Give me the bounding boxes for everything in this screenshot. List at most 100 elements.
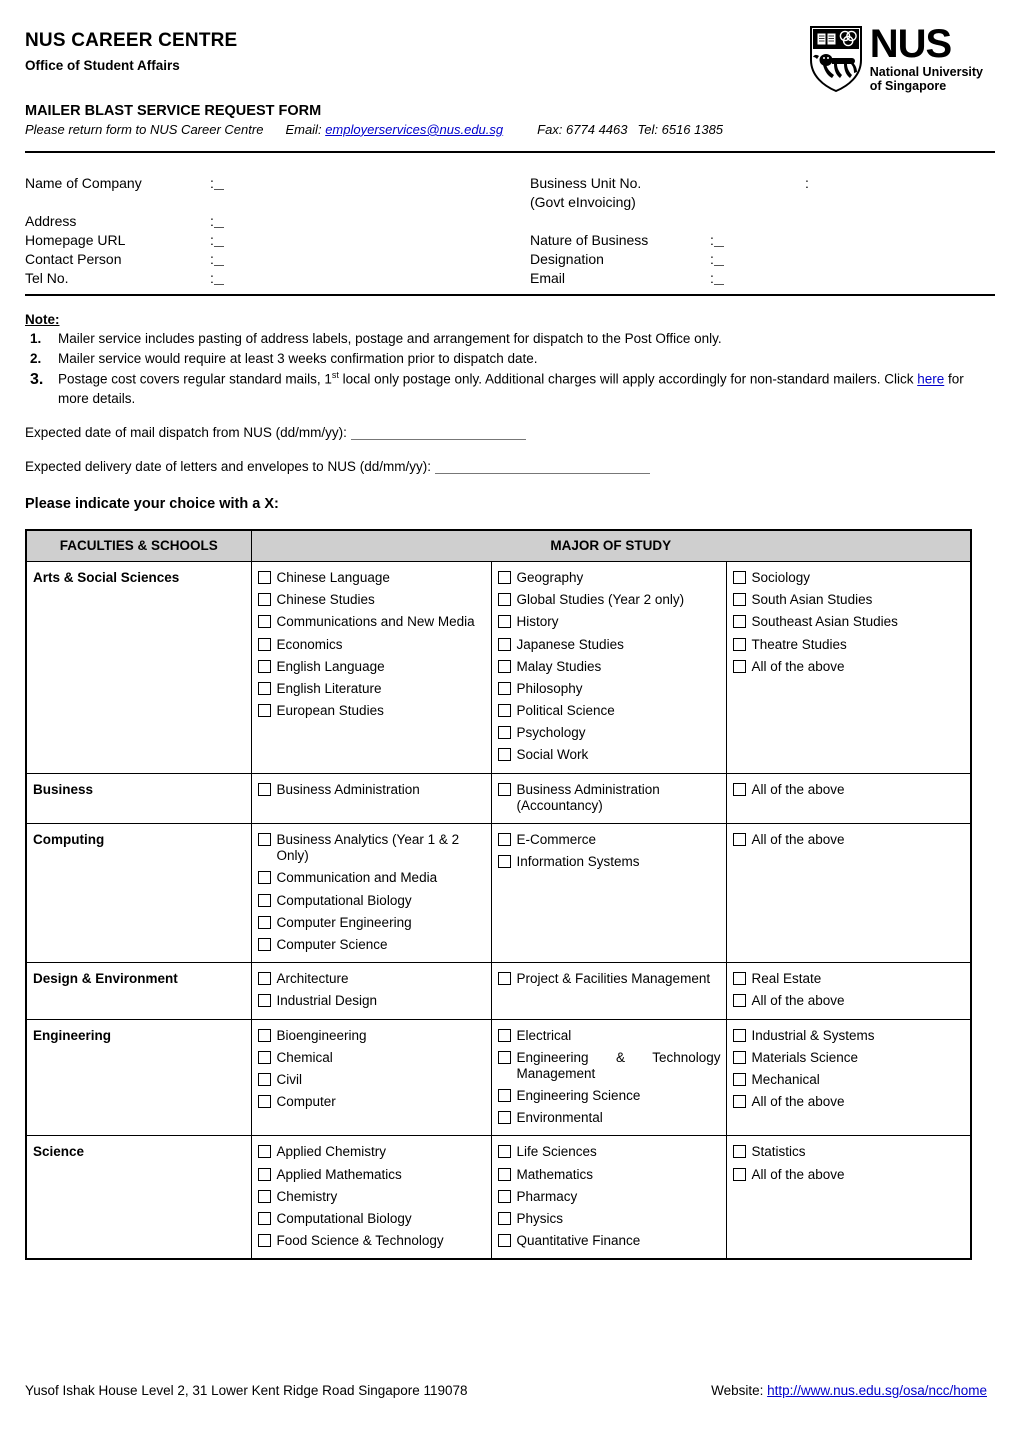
checkbox-icon[interactable] (497, 1028, 511, 1042)
option-item[interactable]: Materials Science (732, 1050, 966, 1066)
checkbox-icon[interactable] (732, 593, 746, 607)
checkbox-icon[interactable] (257, 833, 271, 847)
option-item[interactable]: Business Administration (257, 782, 486, 798)
checkbox-icon[interactable] (497, 1212, 511, 1226)
checkbox-icon[interactable] (497, 748, 511, 762)
checkbox-icon[interactable] (257, 1095, 271, 1109)
option-item[interactable]: Mathematics (497, 1167, 721, 1183)
value-nature-of-business[interactable]: : (710, 232, 724, 248)
checkbox-icon[interactable] (497, 1111, 511, 1125)
checkbox-icon[interactable] (497, 855, 511, 869)
checkbox-icon[interactable] (732, 1028, 746, 1042)
checkbox-icon[interactable] (257, 593, 271, 607)
option-item[interactable]: Southeast Asian Studies (732, 614, 966, 630)
option-item[interactable]: Chemistry (257, 1189, 486, 1205)
checkbox-icon[interactable] (257, 1189, 271, 1203)
here-link[interactable]: here (917, 372, 944, 387)
option-item[interactable]: Food Science & Technology (257, 1233, 486, 1249)
checkbox-icon[interactable] (732, 1095, 746, 1109)
value-homepage-url[interactable]: : (210, 232, 224, 248)
option-item[interactable]: English Language (257, 659, 486, 675)
option-item[interactable]: Physics (497, 1211, 721, 1227)
value-email[interactable]: : (710, 270, 724, 286)
option-item[interactable]: South Asian Studies (732, 592, 966, 608)
checkbox-icon[interactable] (732, 570, 746, 584)
checkbox-icon[interactable] (257, 1234, 271, 1248)
checkbox-icon[interactable] (497, 1050, 511, 1064)
option-item[interactable]: Business Administration (Accountancy) (497, 782, 721, 814)
option-item[interactable]: Engineering & Technology Management (497, 1050, 721, 1082)
employer-email-link[interactable]: employerservices@nus.edu.sg (325, 122, 503, 137)
checkbox-icon[interactable] (732, 637, 746, 651)
checkbox-icon[interactable] (732, 1072, 746, 1086)
checkbox-icon[interactable] (257, 1028, 271, 1042)
checkbox-icon[interactable] (257, 1212, 271, 1226)
checkbox-icon[interactable] (732, 1050, 746, 1064)
option-item[interactable]: Japanese Studies (497, 637, 721, 653)
option-item[interactable]: Theatre Studies (732, 637, 966, 653)
value-designation[interactable]: : (710, 251, 724, 267)
option-item[interactable]: All of the above (732, 782, 966, 798)
option-item[interactable]: Statistics (732, 1144, 966, 1160)
value-tel-no[interactable]: : (210, 270, 224, 286)
option-item[interactable]: European Studies (257, 703, 486, 719)
option-item[interactable]: Architecture (257, 971, 486, 987)
checkbox-icon[interactable] (497, 659, 511, 673)
option-item[interactable]: Geography (497, 570, 721, 586)
option-item[interactable]: Communication and Media (257, 870, 486, 886)
checkbox-icon[interactable] (732, 659, 746, 673)
checkbox-icon[interactable] (257, 1072, 271, 1086)
checkbox-icon[interactable] (497, 615, 511, 629)
option-item[interactable]: Economics (257, 637, 486, 653)
option-item[interactable]: Social Work (497, 747, 721, 763)
checkbox-icon[interactable] (497, 726, 511, 740)
checkbox-icon[interactable] (732, 972, 746, 986)
checkbox-icon[interactable] (257, 1050, 271, 1064)
option-item[interactable]: Engineering Science (497, 1088, 721, 1104)
checkbox-icon[interactable] (732, 994, 746, 1008)
option-item[interactable]: Information Systems (497, 854, 721, 870)
option-item[interactable]: E-Commerce (497, 832, 721, 848)
checkbox-icon[interactable] (257, 637, 271, 651)
checkbox-icon[interactable] (732, 1145, 746, 1159)
checkbox-icon[interactable] (497, 1089, 511, 1103)
checkbox-icon[interactable] (257, 937, 271, 951)
checkbox-icon[interactable] (257, 782, 271, 796)
option-item[interactable]: All of the above (732, 832, 966, 848)
option-item[interactable]: Industrial & Systems (732, 1028, 966, 1044)
checkbox-icon[interactable] (257, 1167, 271, 1181)
option-item[interactable]: All of the above (732, 993, 966, 1009)
option-item[interactable]: Applied Mathematics (257, 1167, 486, 1183)
checkbox-icon[interactable] (497, 972, 511, 986)
checkbox-icon[interactable] (257, 615, 271, 629)
checkbox-icon[interactable] (732, 615, 746, 629)
expected-dispatch-input[interactable] (350, 438, 526, 440)
checkbox-icon[interactable] (257, 1145, 271, 1159)
option-item[interactable]: Quantitative Finance (497, 1233, 721, 1249)
checkbox-icon[interactable] (497, 1234, 511, 1248)
option-item[interactable]: History (497, 614, 721, 630)
checkbox-icon[interactable] (497, 1189, 511, 1203)
checkbox-icon[interactable] (257, 871, 271, 885)
checkbox-icon[interactable] (257, 972, 271, 986)
checkbox-icon[interactable] (497, 782, 511, 796)
checkbox-icon[interactable] (497, 1167, 511, 1181)
checkbox-icon[interactable] (497, 704, 511, 718)
option-item[interactable]: Pharmacy (497, 1189, 721, 1205)
website-link[interactable]: http://www.nus.edu.sg/osa/ncc/home (767, 1383, 987, 1398)
checkbox-icon[interactable] (732, 782, 746, 796)
checkbox-icon[interactable] (257, 704, 271, 718)
checkbox-icon[interactable] (732, 1167, 746, 1181)
checkbox-icon[interactable] (257, 994, 271, 1008)
option-item[interactable]: Malay Studies (497, 659, 721, 675)
option-item[interactable]: Business Analytics (Year 1 & 2 Only) (257, 832, 486, 864)
checkbox-icon[interactable] (257, 659, 271, 673)
option-item[interactable]: Electrical (497, 1028, 721, 1044)
expected-delivery-input[interactable] (434, 472, 650, 474)
value-name-of-company[interactable]: : (210, 175, 224, 191)
option-item[interactable]: Life Sciences (497, 1144, 721, 1160)
option-item[interactable]: English Literature (257, 681, 486, 697)
checkbox-icon[interactable] (257, 570, 271, 584)
checkbox-icon[interactable] (257, 915, 271, 929)
option-item[interactable]: Sociology (732, 570, 966, 586)
